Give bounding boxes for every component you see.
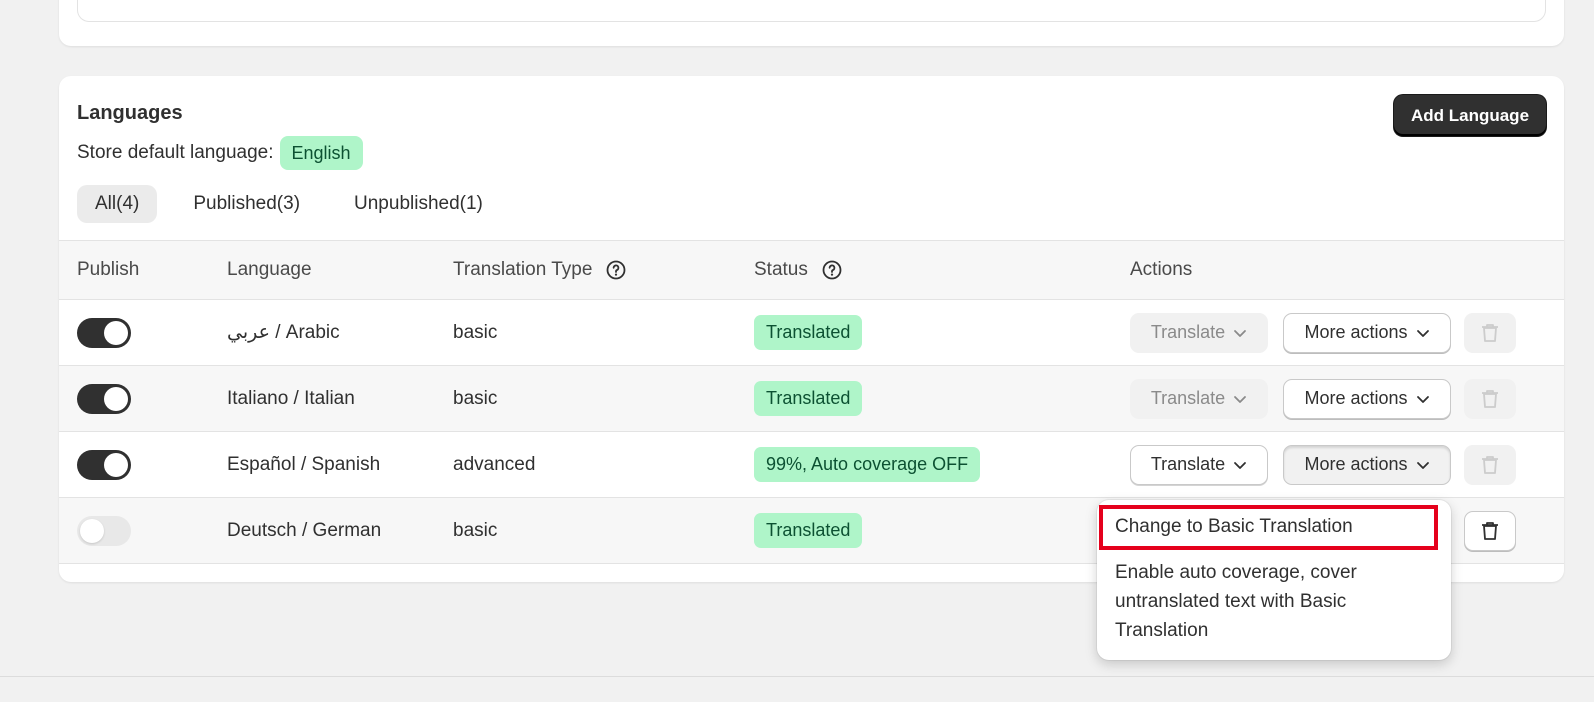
language-name: Italiano / Italian: [227, 387, 355, 409]
tab-unpublished[interactable]: Unpublished(1): [336, 185, 501, 223]
delete-button[interactable]: [1464, 312, 1516, 353]
tab-all[interactable]: All(4): [77, 185, 158, 223]
table-header: Publish Language Translation Type Status…: [59, 240, 1564, 300]
delete-button[interactable]: [1464, 444, 1516, 485]
more-actions-label: More actions: [1304, 454, 1408, 474]
translation-type: advanced: [453, 453, 536, 475]
previous-card-inner: [77, 0, 1546, 22]
translate-button[interactable]: Translate: [1130, 312, 1268, 353]
translation-type: basic: [453, 387, 498, 409]
more-actions-label: More actions: [1304, 388, 1408, 408]
default-language-row: Store default language: English: [77, 136, 363, 170]
language-name: عربي / Arabic: [227, 322, 340, 343]
header-status-label: Status: [754, 259, 808, 280]
more-actions-menu: Change to Basic Translation Enable auto …: [1097, 500, 1451, 660]
publish-toggle[interactable]: [77, 515, 131, 546]
add-language-button[interactable]: Add Language: [1394, 95, 1546, 136]
status-badge: Translated: [754, 513, 863, 548]
menu-item-change-to-basic[interactable]: Change to Basic Translation: [1115, 512, 1435, 541]
delete-button[interactable]: [1464, 510, 1516, 551]
header-translation-type-label: Translation Type: [453, 259, 593, 280]
table-row: Italiano / Italian basic Translated Tran…: [59, 366, 1564, 432]
status-badge: 99%, Auto coverage OFF: [754, 447, 981, 482]
header-translation-type: Translation Type: [453, 241, 626, 299]
more-actions-button[interactable]: More actions: [1283, 444, 1451, 485]
trash-icon: [1482, 323, 1498, 342]
publish-toggle[interactable]: [77, 317, 131, 348]
chevron-down-icon: [1234, 329, 1247, 337]
more-actions-label: More actions: [1304, 322, 1408, 342]
question-circle-icon[interactable]: [822, 260, 842, 280]
table-row: Español / Spanish advanced 99%, Auto cov…: [59, 432, 1564, 498]
language-name: Deutsch / German: [227, 519, 382, 541]
translate-label: Translate: [1150, 388, 1226, 408]
publish-toggle[interactable]: [77, 383, 131, 414]
translate-button[interactable]: Translate: [1130, 444, 1268, 485]
chevron-down-icon: [1416, 329, 1429, 337]
chevron-down-icon: [1234, 461, 1247, 469]
status-badge: Translated: [754, 381, 863, 416]
header-status: Status: [754, 241, 842, 299]
publish-toggle[interactable]: [77, 449, 131, 480]
more-actions-button[interactable]: More actions: [1283, 378, 1451, 419]
question-circle-icon[interactable]: [606, 260, 626, 280]
trash-icon: [1482, 521, 1498, 540]
header-publish: Publish: [77, 259, 140, 280]
filter-tabs: All(4) Published(3) Unpublished(1): [77, 185, 519, 223]
translate-label: Translate: [1150, 322, 1226, 342]
chevron-down-icon: [1416, 395, 1429, 403]
trash-icon: [1482, 455, 1498, 474]
menu-item-enable-auto-coverage[interactable]: Enable auto coverage, cover untranslated…: [1115, 558, 1435, 645]
previous-card: [59, 0, 1564, 46]
default-language-badge: English: [279, 136, 363, 170]
trash-icon: [1482, 389, 1498, 408]
translate-label: Translate: [1150, 454, 1226, 474]
language-name: Español / Spanish: [227, 453, 381, 475]
section-title: Languages: [77, 102, 183, 124]
translate-button[interactable]: Translate: [1130, 378, 1268, 419]
chevron-down-icon: [1234, 395, 1247, 403]
chevron-down-icon: [1416, 461, 1429, 469]
status-badge: Translated: [754, 315, 863, 350]
translation-type: basic: [453, 321, 498, 343]
delete-button[interactable]: [1464, 378, 1516, 419]
table-row: عربي / Arabic basic Translated Translate…: [59, 300, 1564, 366]
header-actions: Actions: [1130, 259, 1193, 280]
default-language-label: Store default language:: [77, 142, 274, 163]
more-actions-button[interactable]: More actions: [1283, 312, 1451, 353]
header-language: Language: [227, 259, 312, 280]
tab-published[interactable]: Published(3): [175, 185, 318, 223]
divider: [0, 676, 1594, 677]
translation-type: basic: [453, 519, 498, 541]
